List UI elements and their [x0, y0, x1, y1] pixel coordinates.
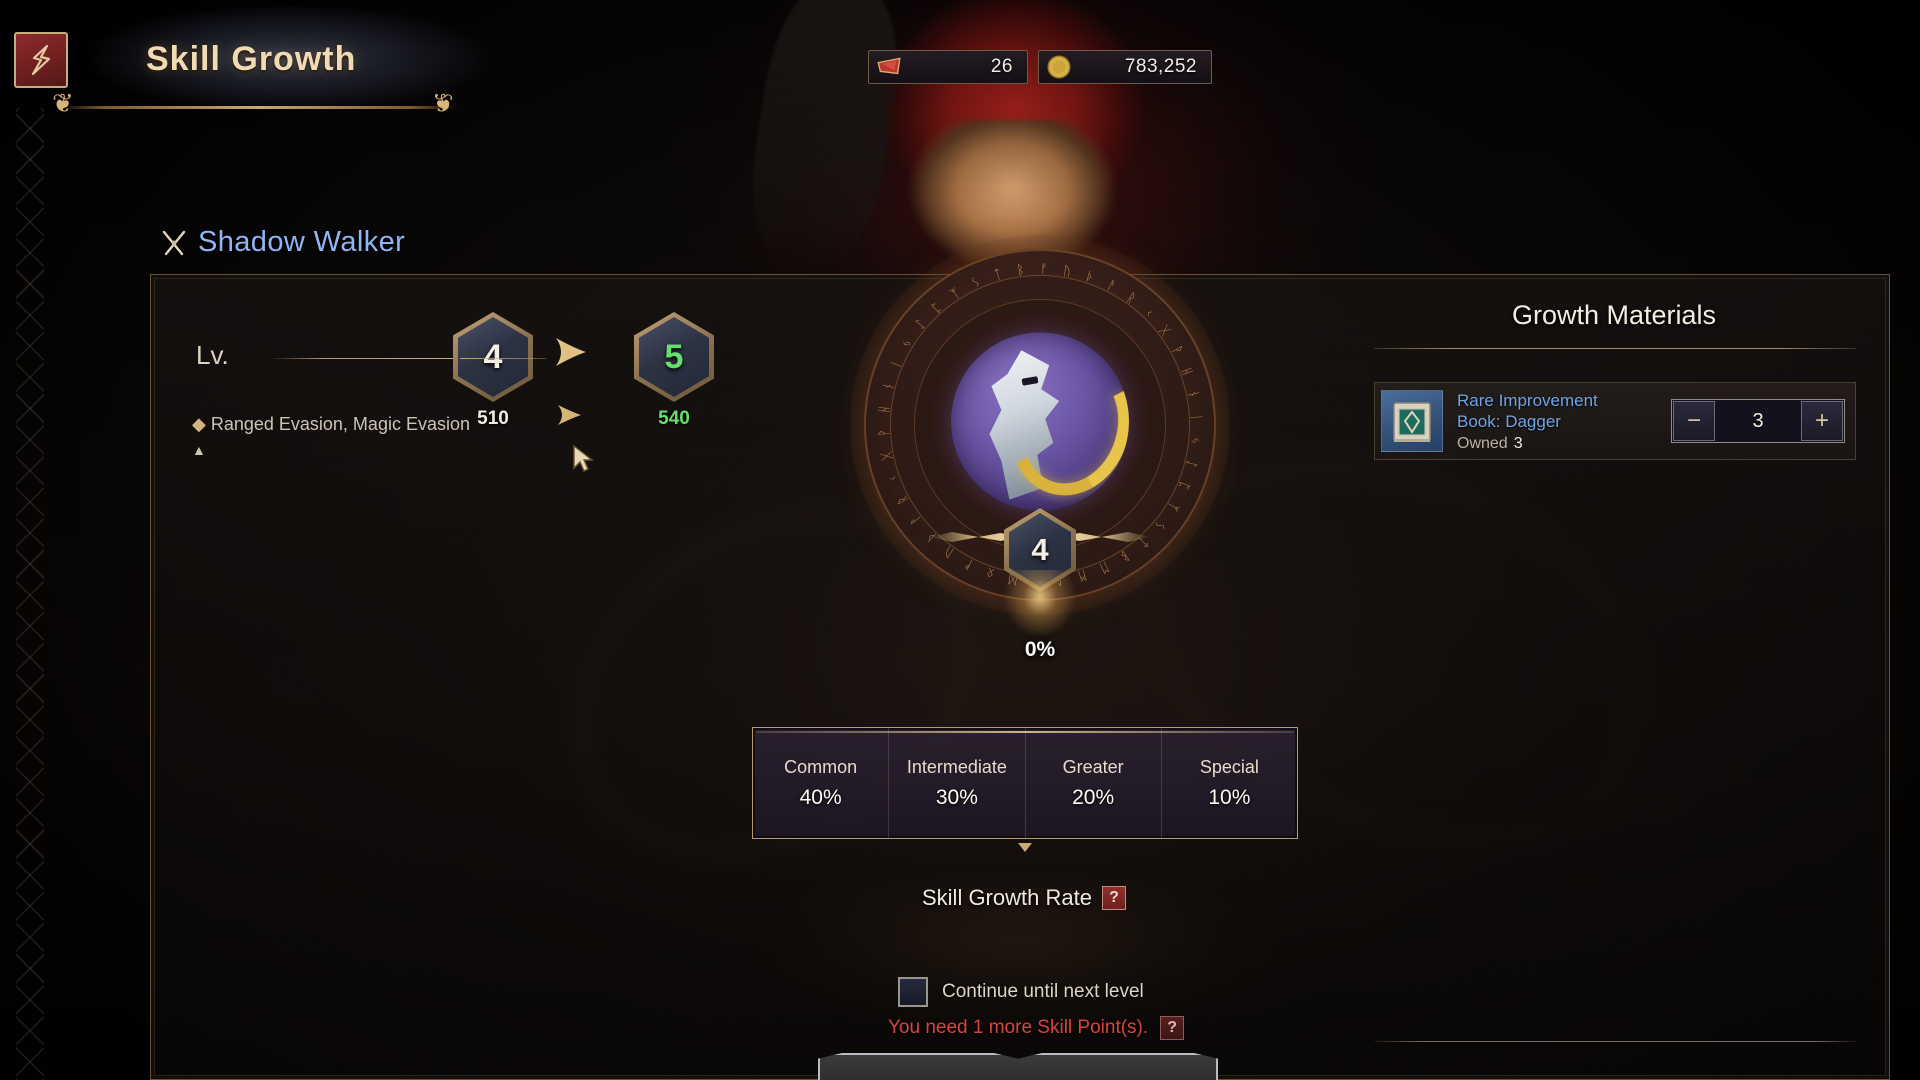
level-label: Lv.	[196, 340, 229, 370]
increase-quantity-button[interactable]: +	[1801, 401, 1843, 441]
header-banner: Skill Growth ❦ ❦	[0, 0, 520, 132]
center-level-value: 4	[1031, 532, 1049, 567]
next-level-badge: 5 540	[634, 312, 714, 429]
continue-until-next-level-row[interactable]: Continue until next level	[898, 977, 1144, 1007]
currency-bar: 26 783,252	[868, 50, 1212, 84]
gem-icon	[875, 53, 903, 81]
current-level-value: 4	[483, 337, 503, 376]
rate-name: Common	[784, 756, 858, 777]
rate-value: 30%	[935, 785, 978, 809]
header-rule	[58, 106, 458, 109]
next-level-stat: 540	[658, 408, 690, 429]
rate-value: 10%	[1208, 785, 1251, 809]
next-level-value: 5	[664, 337, 684, 376]
continue-checkbox[interactable]	[898, 977, 928, 1007]
skill-name: Shadow Walker	[198, 226, 406, 258]
skill-point-warning: You need 1 more Skill Point(s). ?	[888, 1016, 1185, 1040]
rate-table-caret-icon	[1018, 843, 1032, 852]
skill-growth-rate-caption: Skill Growth Rate ?	[922, 885, 1126, 911]
warning-text: You need 1 more Skill Point(s).	[888, 1017, 1149, 1038]
rate-value: 20%	[1072, 785, 1115, 809]
rate-cell-special: Special 10%	[1162, 728, 1297, 838]
crossed-daggers-icon	[160, 229, 188, 257]
growth-materials-title: Growth Materials	[1511, 300, 1717, 330]
gold-count: 783,252	[1124, 56, 1197, 77]
rate-cell-intermediate: Intermediate 30%	[889, 728, 1026, 838]
rate-name: Special	[1199, 756, 1259, 777]
bottom-right-divider	[1374, 1041, 1856, 1042]
rate-name: Greater	[1062, 756, 1124, 777]
trait-bullet-icon: ◆	[192, 414, 206, 434]
skill-traits: ◆ Ranged Evasion, Magic Evasion ▲	[192, 412, 472, 463]
material-owned: Owned 3	[1457, 435, 1671, 453]
level-connector-line-left	[268, 358, 458, 359]
level-arrow-large-icon	[548, 330, 592, 374]
rate-cell-greater: Greater 20%	[1026, 728, 1162, 838]
rate-name: Intermediate	[906, 756, 1007, 777]
material-name-line1: Rare Improvement	[1457, 390, 1598, 410]
warning-help-button[interactable]: ?	[1160, 1016, 1185, 1040]
trait-text: Ranged Evasion, Magic Evasion	[210, 414, 470, 434]
gem-count: 26	[990, 56, 1013, 77]
skill-growth-rate-help-button[interactable]: ?	[1101, 886, 1126, 910]
skill-growth-rate-label: Skill Growth Rate	[922, 885, 1092, 910]
currency-pill-gold[interactable]: 783,252	[1038, 50, 1212, 84]
owned-label: Owned	[1457, 434, 1508, 452]
material-name-line2: Book: Dagger	[1457, 411, 1561, 431]
trait-up-arrow-icon: ▲	[192, 442, 206, 458]
decrease-quantity-button[interactable]: −	[1673, 401, 1715, 441]
rate-cell-common: Common 40%	[753, 728, 890, 838]
mouse-cursor	[572, 444, 598, 474]
skill-icon-orb[interactable]	[951, 332, 1129, 511]
quantity-value[interactable]: 3	[1716, 410, 1800, 433]
dagger-crest-icon	[14, 32, 68, 88]
continue-checkbox-label: Continue until next level	[942, 981, 1144, 1002]
current-level-badge: 4 510	[453, 312, 533, 429]
growth-material-item-row[interactable]: Rare Improvement Book: Dagger Owned 3 − 3…	[1374, 382, 1856, 460]
growth-materials-divider	[1374, 348, 1856, 349]
owned-count: 3	[1513, 434, 1523, 452]
center-badge-flare	[945, 570, 1135, 720]
quantity-stepper[interactable]: − 3 +	[1671, 399, 1845, 443]
growth-material-info: Rare Improvement Book: Dagger Owned 3	[1457, 390, 1671, 453]
level-arrow-small-icon	[552, 398, 586, 432]
level-connector-line-right	[460, 358, 546, 359]
flourish-left-icon: ❦	[52, 88, 74, 118]
skill-growth-circle: ᚠᚢᚦᚨᚱᚲᚷᚹᚺᚾᛁᛃᛇᛈᛉᛊᛏᛒᛖᛗᛚᛜᛞᛟᚠᚢᚦᚨᚱᚲᚷᚹᚺᚾᛁᛃᛇᛈᛉᛊ…	[750, 235, 1330, 720]
currency-pill-gem[interactable]: 26	[868, 50, 1028, 84]
page-title: Skill Growth	[146, 40, 357, 78]
skill-header: Shadow Walker	[160, 226, 405, 259]
growth-rate-table: Common 40% Intermediate 30% Greater 20% …	[752, 727, 1298, 839]
gold-coin-icon	[1045, 53, 1073, 81]
improvement-book-icon	[1381, 390, 1443, 452]
rate-value: 40%	[799, 785, 842, 809]
flourish-right-icon: ❦	[432, 88, 454, 118]
left-lattice-decoration	[16, 108, 44, 1080]
